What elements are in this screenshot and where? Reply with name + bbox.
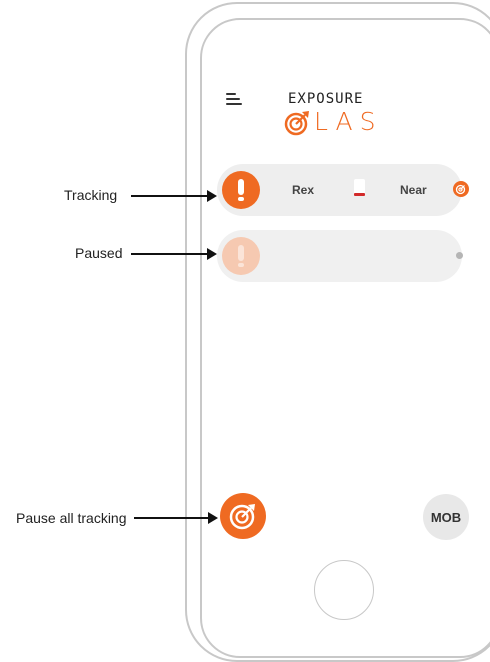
device-status-icon xyxy=(222,171,260,209)
annotation-paused: Paused xyxy=(75,245,123,261)
logo: LAS xyxy=(284,107,404,139)
arrow-icon xyxy=(131,248,217,260)
target-icon[interactable] xyxy=(453,181,469,197)
logo-wordmark-top: EXPOSURE xyxy=(288,91,364,107)
battery-icon xyxy=(354,179,365,196)
device-name: Rex xyxy=(292,183,315,197)
arrow-icon xyxy=(131,190,217,202)
home-button[interactable] xyxy=(314,560,374,620)
arrow-icon xyxy=(134,512,218,524)
logo-wordmark-bottom: LAS xyxy=(314,107,383,136)
pause-all-tracking-button[interactable] xyxy=(220,493,266,539)
device-status-icon-paused xyxy=(222,237,260,275)
logo-target-icon xyxy=(284,111,309,136)
hamburger-icon[interactable] xyxy=(226,93,242,105)
annotation-tracking: Tracking xyxy=(64,187,118,203)
paused-indicator-dot xyxy=(456,252,463,259)
mob-button[interactable]: MOB xyxy=(423,494,469,540)
target-icon xyxy=(229,504,255,530)
annotation-pause-all: Pause all tracking xyxy=(16,510,127,526)
device-distance: Near xyxy=(400,183,427,197)
